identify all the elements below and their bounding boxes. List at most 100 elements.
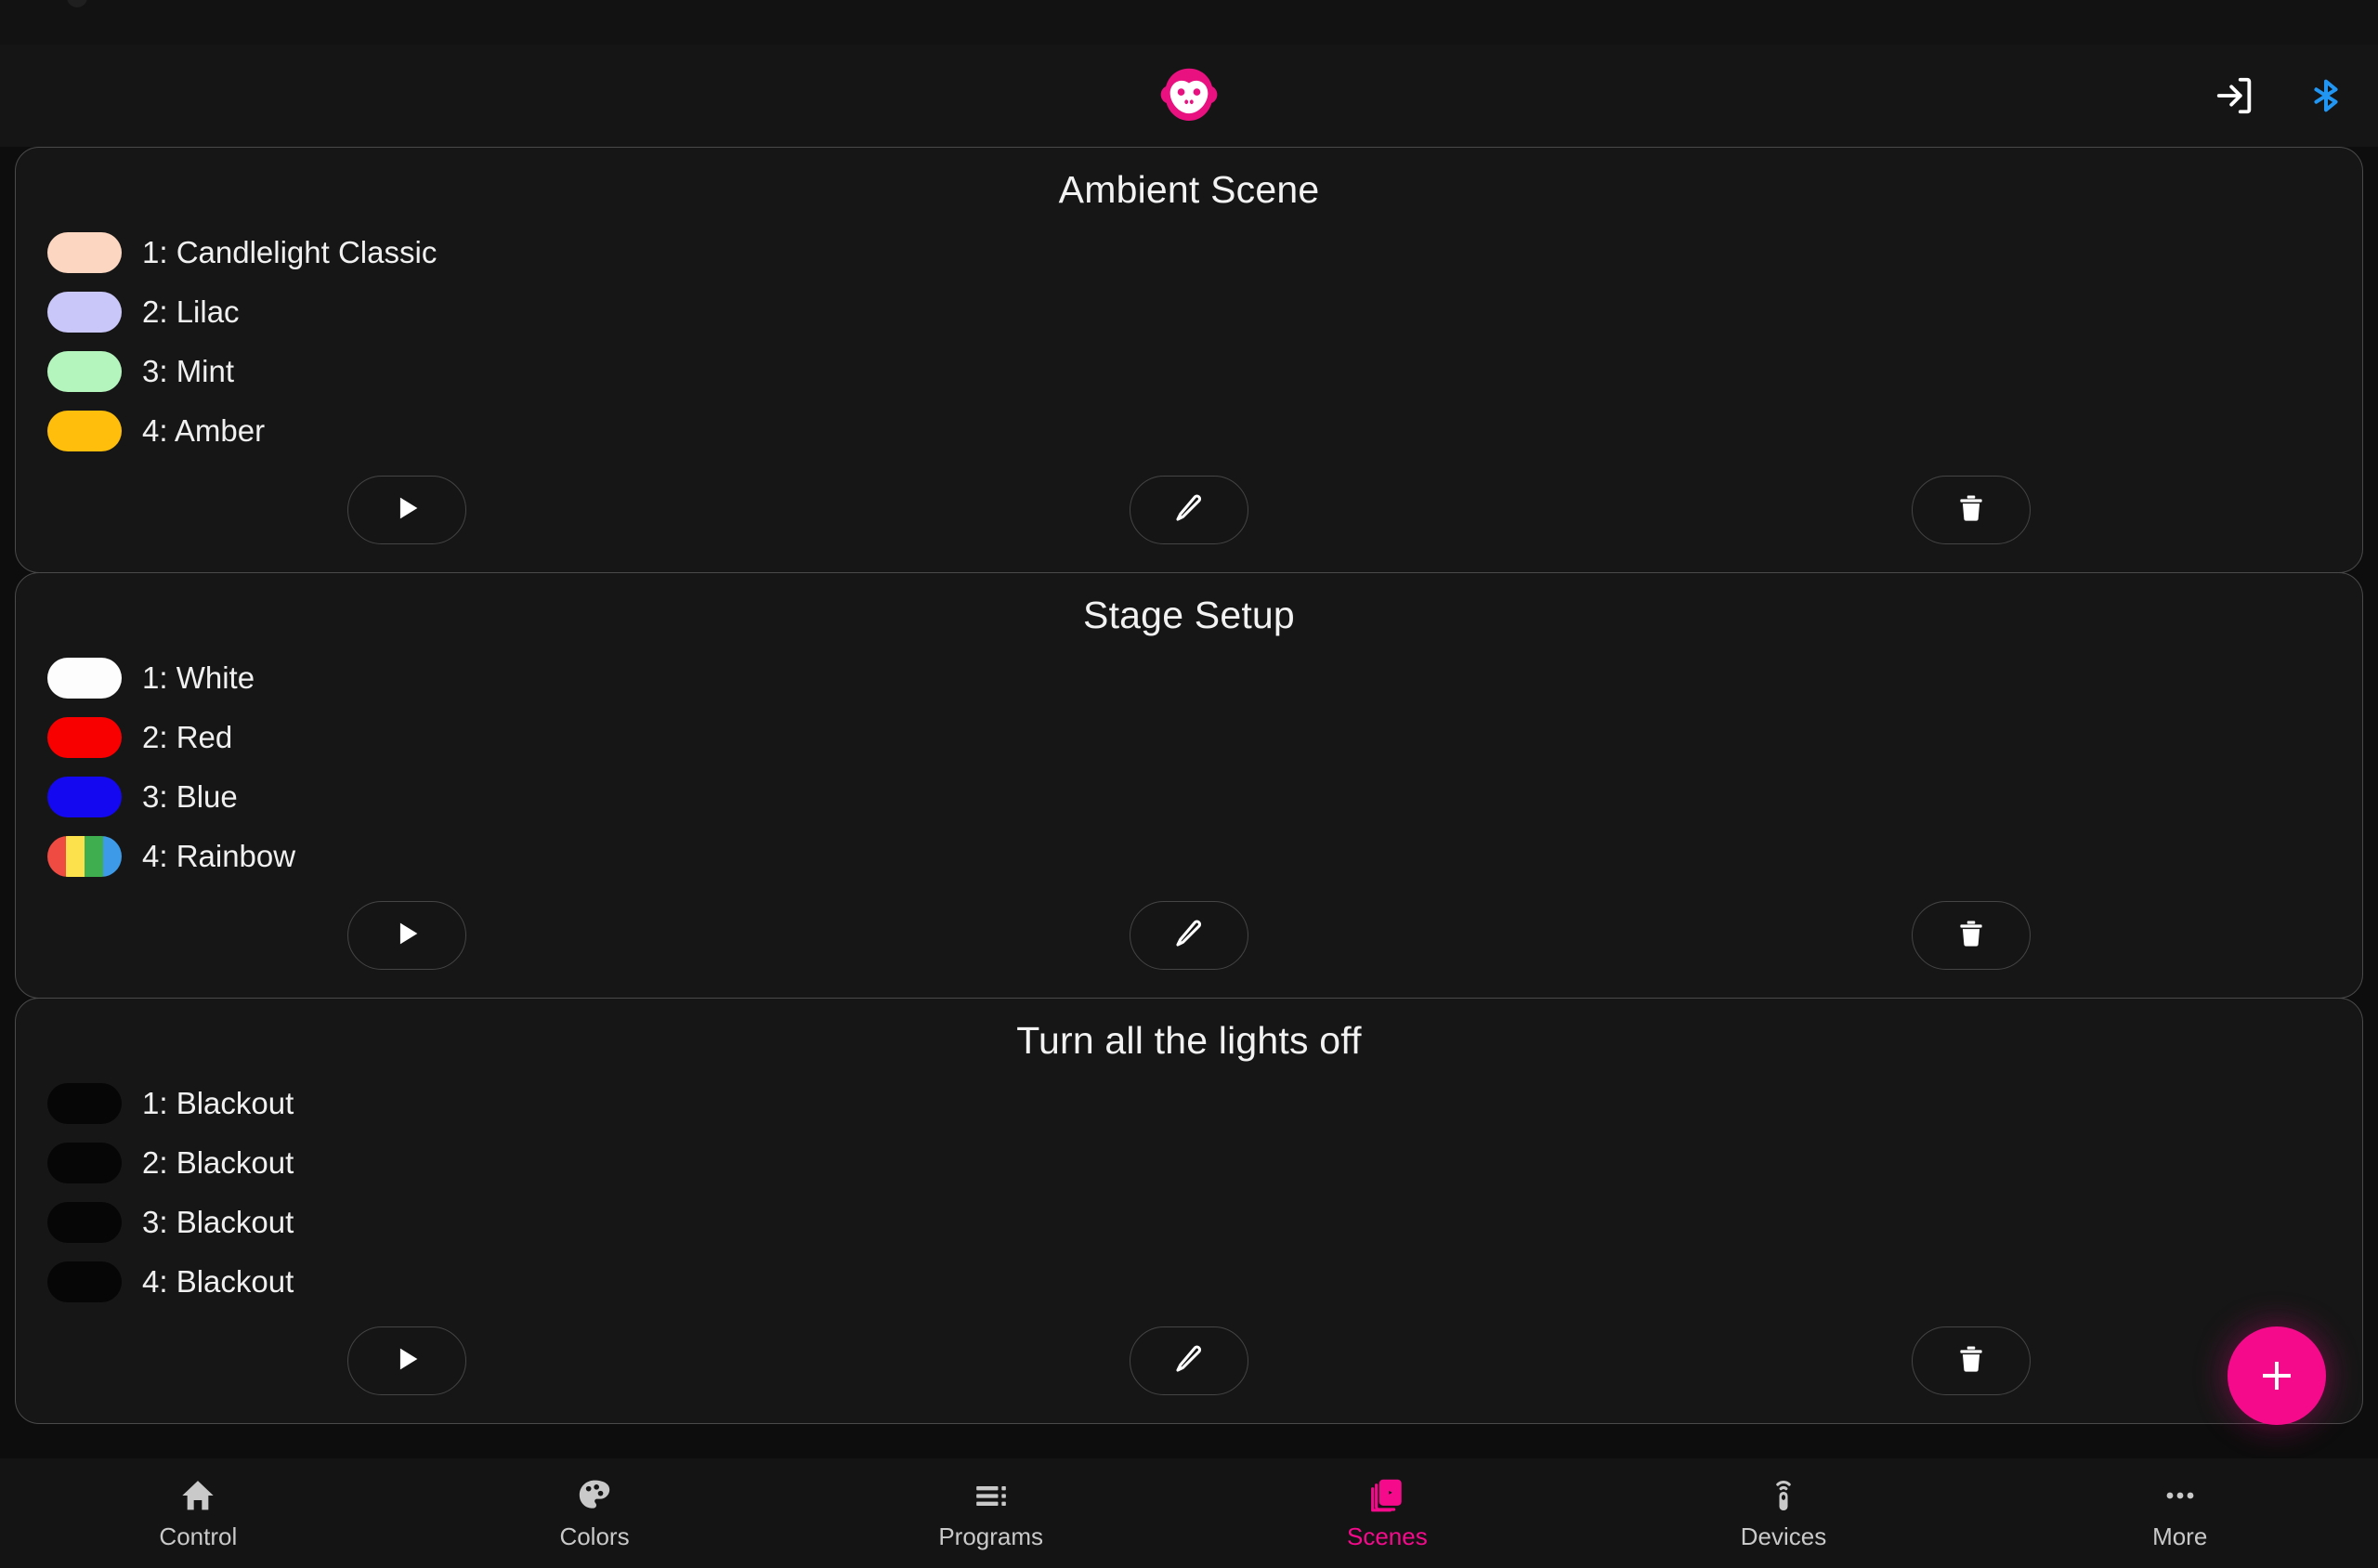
nav-label: Colors [559, 1522, 630, 1550]
swatch-segment [47, 411, 122, 451]
scene-row-label: 4: Amber [142, 413, 266, 448]
scene-row: 3: Mint [47, 342, 2362, 401]
scene-row-label: 2: Lilac [142, 294, 240, 329]
scene-rows: 1: Candlelight Classic 2: Lilac 3: Mint [16, 217, 2362, 461]
scene-card-actions [16, 886, 2362, 998]
scene-row-label: 3: Blue [142, 779, 238, 814]
status-bar [0, 0, 2378, 45]
scene-card-actions [16, 461, 2362, 572]
color-swatch [47, 717, 122, 758]
edit-scene-button[interactable] [1130, 1326, 1248, 1395]
scene-title: Ambient Scene [1058, 168, 1320, 211]
swatch-segment [47, 292, 122, 333]
scene-card[interactable]: Ambient Scene 1: Candlelight Classic 2: … [15, 147, 2363, 573]
swatch-segment [47, 1261, 122, 1302]
color-swatch [47, 232, 122, 273]
edit-scene-button[interactable] [1130, 476, 1248, 544]
scene-row-label: 3: Mint [142, 354, 235, 388]
more-dots-icon [2162, 1475, 2199, 1514]
play-icon [391, 1343, 423, 1379]
scene-row-label: 1: Blackout [142, 1086, 294, 1120]
color-swatch [47, 777, 122, 817]
swatch-segment [47, 351, 122, 392]
home-icon [179, 1475, 216, 1514]
delete-scene-button[interactable] [1912, 901, 2031, 970]
nav-item-colors[interactable]: Colors [397, 1458, 793, 1568]
palette-icon [576, 1475, 613, 1514]
app-header [0, 45, 2378, 147]
color-swatch [47, 658, 122, 699]
color-swatch [47, 1261, 122, 1302]
scene-row-label: 2: Red [142, 720, 233, 754]
swatch-segment [66, 836, 85, 877]
color-swatch [47, 411, 122, 451]
scene-row: 4: Amber [47, 401, 2362, 461]
bottom-navigation: Control Colors Programs Scenes Devices M… [0, 1458, 2378, 1568]
scenes-list: Ambient Scene 1: Candlelight Classic 2: … [0, 147, 2378, 1458]
play-scene-button[interactable] [347, 476, 466, 544]
swatch-segment [85, 836, 103, 877]
pencil-icon [1173, 492, 1205, 529]
scene-row: 3: Blue [47, 767, 2362, 827]
scene-card-actions [16, 1312, 2362, 1423]
scene-rows: 1: Blackout 2: Blackout 3: Blackout 4: B… [16, 1068, 2362, 1312]
color-swatch [47, 1143, 122, 1183]
swatch-segment [47, 1143, 122, 1183]
color-swatch-multi [47, 836, 122, 877]
app-root: Ambient Scene 1: Candlelight Classic 2: … [0, 0, 2378, 1568]
nav-label: More [2152, 1522, 2208, 1550]
plus-icon [2263, 1362, 2291, 1390]
add-scene-fab[interactable] [2228, 1326, 2326, 1425]
trash-icon [1955, 1343, 1987, 1379]
login-arrow-icon[interactable] [2209, 70, 2261, 122]
monkey-head-logo [1149, 56, 1229, 136]
color-swatch [47, 1202, 122, 1243]
nav-label: Devices [1740, 1522, 1827, 1550]
pencil-icon [1173, 1343, 1205, 1379]
scene-card[interactable]: Turn all the lights off 1: Blackout 2: B… [15, 998, 2363, 1424]
nav-label: Scenes [1346, 1522, 1428, 1550]
scene-row: 4: Rainbow [47, 827, 2362, 886]
scene-row-label: 4: Rainbow [142, 839, 296, 873]
edit-scene-button[interactable] [1130, 901, 1248, 970]
nav-item-more[interactable]: More [1981, 1458, 2378, 1568]
swatch-segment [47, 1202, 122, 1243]
scene-row: 4: Blackout [47, 1252, 2362, 1312]
scene-row-label: 1: Candlelight Classic [142, 235, 438, 269]
nav-item-control[interactable]: Control [0, 1458, 397, 1568]
delete-scene-button[interactable] [1912, 476, 2031, 544]
nav-label: Programs [938, 1522, 1044, 1550]
nav-item-scenes[interactable]: Scenes [1189, 1458, 1586, 1568]
color-swatch [47, 1083, 122, 1124]
scene-row: 1: Candlelight Classic [47, 223, 2362, 282]
scene-row-label: 1: White [142, 660, 255, 695]
scene-row: 2: Blackout [47, 1133, 2362, 1193]
scene-card[interactable]: Stage Setup 1: White 2: Red 3: Blue 4: R… [15, 572, 2363, 999]
swatch-segment [47, 658, 122, 699]
remote-control-icon [1765, 1475, 1802, 1514]
scene-row-label: 2: Blackout [142, 1145, 294, 1180]
trash-icon [1955, 492, 1987, 529]
status-bar-glyph [67, 0, 87, 7]
scene-row: 2: Red [47, 708, 2362, 767]
pencil-icon [1173, 918, 1205, 954]
swatch-segment [47, 717, 122, 758]
color-swatch [47, 351, 122, 392]
scene-title: Stage Setup [1083, 594, 1295, 636]
scene-rows: 1: White 2: Red 3: Blue 4: Rainbow [16, 643, 2362, 886]
play-scene-button[interactable] [347, 901, 466, 970]
nav-label: Control [159, 1522, 238, 1550]
scene-row: 1: White [47, 648, 2362, 708]
scene-row: 1: Blackout [47, 1074, 2362, 1133]
scene-row-label: 4: Blackout [142, 1264, 294, 1299]
nav-item-devices[interactable]: Devices [1586, 1458, 1982, 1568]
play-scene-button[interactable] [347, 1326, 466, 1395]
delete-scene-button[interactable] [1912, 1326, 2031, 1395]
header-actions [2209, 70, 2352, 122]
play-icon [391, 918, 423, 954]
color-swatch [47, 292, 122, 333]
nav-item-programs[interactable]: Programs [792, 1458, 1189, 1568]
bluetooth-icon[interactable] [2300, 70, 2352, 122]
scenes-icon [1368, 1475, 1405, 1514]
scene-row: 3: Blackout [47, 1193, 2362, 1252]
